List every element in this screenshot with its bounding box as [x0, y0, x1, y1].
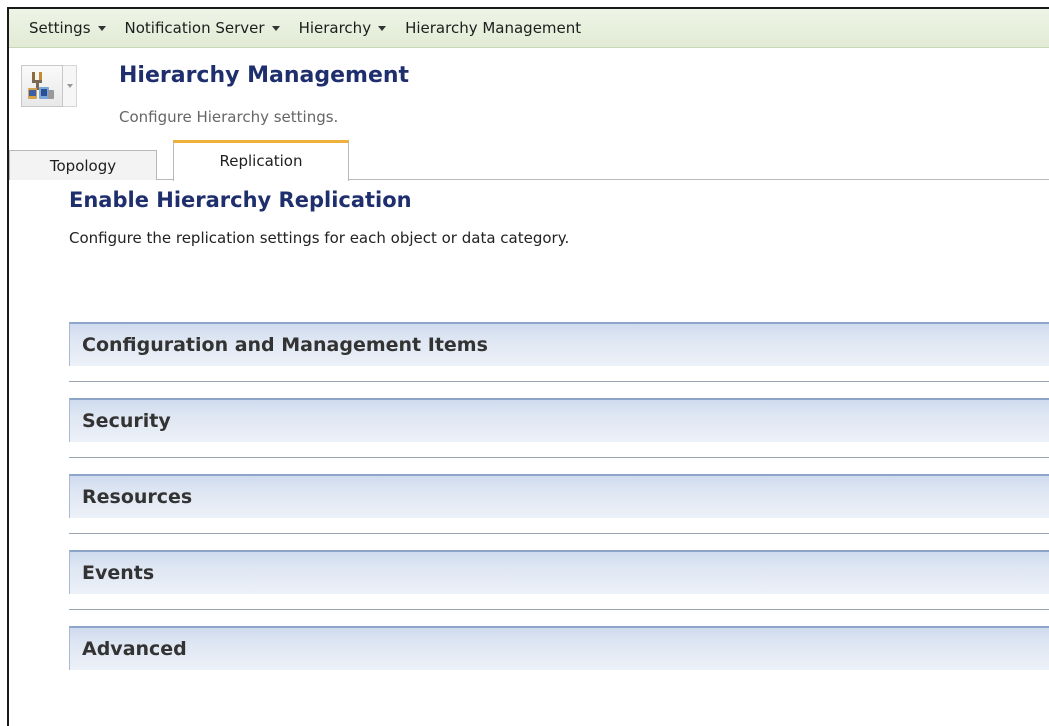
page-title: Hierarchy Management: [119, 63, 410, 88]
breadcrumb-current-label: Hierarchy Management: [405, 19, 582, 37]
section-description: Configure the replication settings for e…: [69, 229, 570, 247]
panel-events: Events: [69, 550, 1049, 610]
panel-advanced: Advanced: [69, 626, 1049, 686]
panel-header-advanced[interactable]: Advanced: [69, 626, 1049, 670]
menu-notification-server[interactable]: Notification Server: [125, 19, 280, 37]
panel-header-security[interactable]: Security: [69, 398, 1049, 442]
menu-hierarchy-label: Hierarchy: [298, 19, 372, 37]
tab-topology-label: Topology: [49, 156, 117, 175]
panel-security: Security: [69, 398, 1049, 458]
section-title: Enable Hierarchy Replication: [69, 188, 412, 212]
menu-settings[interactable]: Settings: [29, 19, 106, 37]
tab-topology[interactable]: Topology: [9, 150, 157, 180]
breadcrumb-current-page: Hierarchy Management: [405, 19, 581, 37]
panel-divider: [69, 381, 1049, 382]
menu-settings-label: Settings: [29, 19, 91, 37]
panel-divider: [69, 457, 1049, 458]
panel-resources: Resources: [69, 474, 1049, 534]
panel-label: Advanced: [82, 638, 187, 660]
panel-divider: [69, 609, 1049, 610]
page-icon-menu[interactable]: [21, 64, 79, 108]
panel-label: Configuration and Management Items: [82, 334, 488, 356]
breadcrumb-menubar: Settings Notification Server Hierarchy H…: [9, 9, 1049, 48]
hierarchy-icon: [21, 65, 63, 107]
panel-label: Security: [82, 410, 171, 432]
tab-divider: [9, 179, 1049, 180]
panel-header-resources[interactable]: Resources: [69, 474, 1049, 518]
chevron-down-icon: [378, 25, 387, 31]
panel-label: Events: [82, 562, 155, 584]
tab-replication-label: Replication: [219, 152, 303, 170]
panel-divider: [69, 533, 1049, 534]
tab-strip: Topology Replication: [9, 138, 1049, 181]
chevron-down-icon: [97, 25, 106, 31]
chevron-down-icon: [271, 25, 280, 31]
panel-configuration-management-items: Configuration and Management Items: [69, 322, 1049, 382]
menu-notification-server-label: Notification Server: [124, 19, 265, 37]
icon-dropdown-chevron-icon[interactable]: [63, 65, 77, 107]
menu-hierarchy[interactable]: Hierarchy: [299, 19, 387, 37]
app-frame: Settings Notification Server Hierarchy H…: [7, 7, 1049, 726]
tab-replication[interactable]: Replication: [173, 140, 349, 181]
page-subtitle: Configure Hierarchy settings.: [119, 108, 339, 126]
panel-header-events[interactable]: Events: [69, 550, 1049, 594]
panel-label: Resources: [82, 486, 193, 508]
panel-header-configuration-management-items[interactable]: Configuration and Management Items: [69, 322, 1049, 366]
